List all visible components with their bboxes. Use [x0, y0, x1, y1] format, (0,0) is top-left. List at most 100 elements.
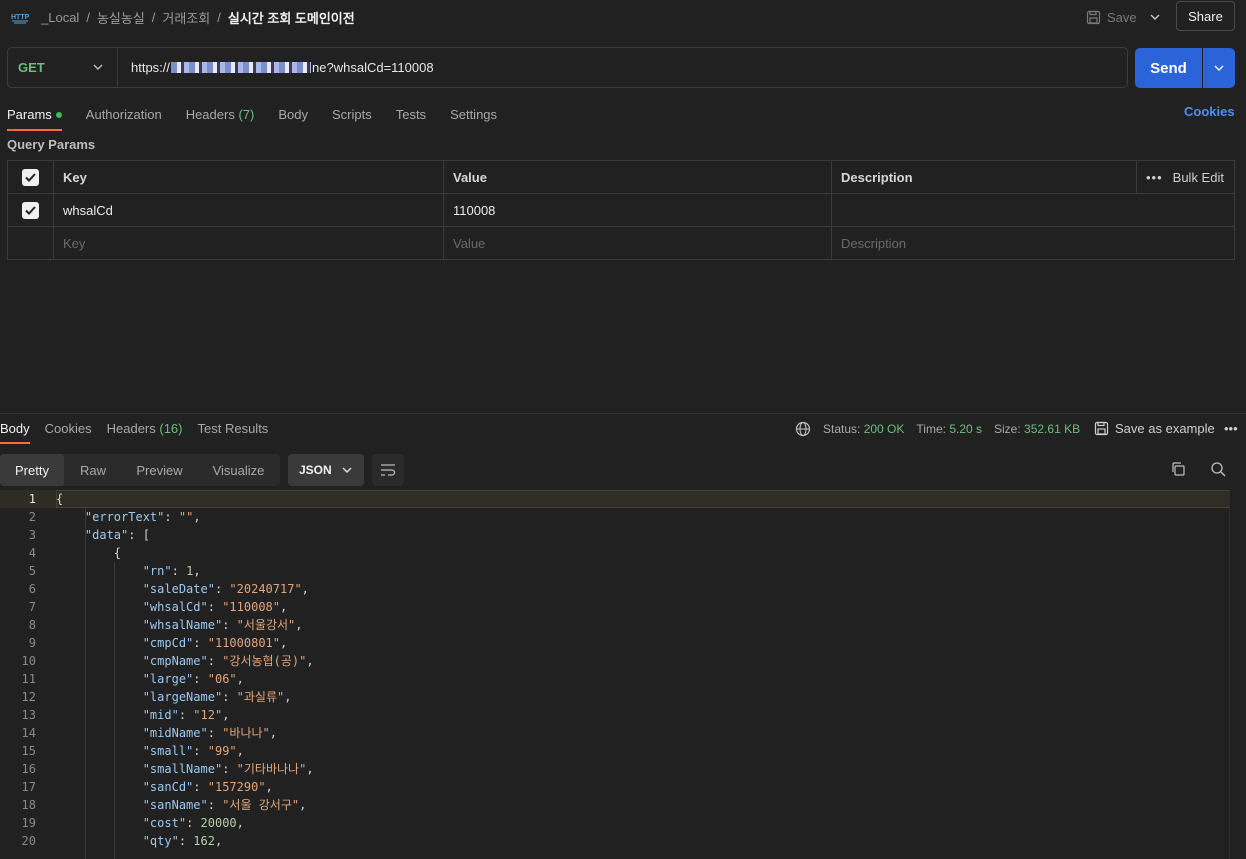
code-line: 12 "largeName": "과실류",	[0, 688, 1230, 706]
tab-authorization[interactable]: Authorization	[86, 107, 162, 122]
copy-icon[interactable]	[1170, 461, 1186, 477]
save-button[interactable]: Save	[1086, 6, 1137, 28]
line-number: 5	[28, 564, 36, 578]
code-line: 11 "large": "06",	[0, 670, 1230, 688]
param-description-input[interactable]	[831, 194, 1136, 227]
line-number: 7	[28, 600, 36, 614]
response-tab-test-results[interactable]: Test Results	[198, 421, 269, 436]
bulk-edit-button[interactable]: Bulk Edit	[1173, 170, 1224, 185]
save-icon	[1086, 10, 1101, 24]
response-tab-headers[interactable]: Headers (16)	[107, 421, 183, 436]
param-value-input[interactable]: 110008	[443, 194, 831, 227]
code-line: 20 "qty": 162,	[0, 832, 1230, 850]
share-button[interactable]: Share	[1176, 1, 1235, 31]
breadcrumb-separator: /	[151, 10, 156, 25]
code-text: "sanName": "서울 강서구",	[142, 798, 307, 812]
line-number: 19	[21, 816, 36, 830]
select-all-checkbox[interactable]	[22, 169, 39, 186]
response-body-editor[interactable]: 1{2 "errorText": "", 3 "data": [4 {5 "rn"…	[0, 490, 1230, 859]
code-text: "saleDate": "20240717",	[142, 582, 309, 596]
tab-scripts[interactable]: Scripts	[332, 107, 372, 122]
breadcrumb-item-folder[interactable]: 거래조회	[162, 8, 210, 27]
line-number: 1	[28, 492, 36, 506]
editor-scrollbar[interactable]	[1229, 490, 1230, 859]
response-tabs: Body Cookies Headers (16) Test Results	[0, 421, 283, 444]
size-info[interactable]: Size: 352.61 KB	[994, 422, 1080, 436]
view-pretty[interactable]: Pretty	[0, 454, 64, 486]
code-text: "midName": "바나나",	[142, 726, 278, 740]
new-param-value-input[interactable]: Value	[443, 227, 831, 260]
save-options-button[interactable]	[1142, 6, 1168, 28]
code-text: "whsalName": "서울강서",	[142, 618, 303, 632]
response-tab-body[interactable]: Body	[0, 421, 30, 444]
tab-headers[interactable]: Headers (7)	[186, 107, 255, 122]
code-text: "rn": 1,	[142, 564, 201, 578]
query-params-table: Key Value Description ••• Bulk Edit whsa…	[7, 160, 1235, 260]
param-enabled-checkbox[interactable]	[22, 202, 39, 219]
code-line: 15 "small": "99",	[0, 742, 1230, 760]
new-param-key-input[interactable]: Key	[53, 227, 443, 260]
more-options-icon[interactable]: •••	[1146, 170, 1163, 185]
time-info[interactable]: Time: 5.20 s	[916, 422, 982, 436]
breadcrumb: _Local / 농실농실 / 거래조회 / 실시간 조회 도메인이전	[41, 8, 355, 27]
wrap-lines-icon	[381, 464, 396, 476]
time-value: 5.20 s	[949, 422, 983, 436]
send-group: Send	[1135, 48, 1235, 88]
code-line: 16 "smallName": "기타바나나",	[0, 760, 1230, 778]
view-raw[interactable]: Raw	[64, 454, 122, 486]
status-info[interactable]: Status: 200 OK	[823, 422, 904, 436]
format-label: JSON	[299, 463, 332, 477]
code-line: 6 "saleDate": "20240717",	[0, 580, 1230, 598]
globe-icon[interactable]	[795, 421, 811, 437]
breadcrumb-separator: /	[86, 10, 90, 25]
view-preview[interactable]: Preview	[122, 454, 197, 486]
chevron-down-icon	[342, 467, 352, 473]
code-line: 19 "cost": 20000,	[0, 814, 1230, 832]
new-param-description-input[interactable]: Description	[831, 227, 1234, 260]
response-headers-count: (16)	[159, 421, 183, 436]
line-number: 20	[21, 834, 36, 848]
format-select[interactable]: JSON	[288, 454, 364, 486]
line-number: 9	[28, 636, 36, 650]
url-bar: GET https:// ne?whsalCd=110008	[7, 47, 1128, 88]
code-text: "whsalCd": "110008",	[142, 600, 288, 614]
params-active-dot	[55, 112, 62, 119]
more-options-icon[interactable]: •••	[1224, 421, 1238, 436]
params-header-row: Key Value Description ••• Bulk Edit	[8, 161, 1234, 194]
code-text: "cmpName": "강서농협(공)",	[142, 654, 314, 668]
top-bar: HTTP _Local / 농실농실 / 거래조회 / 실시간 조회 도메인이전…	[0, 0, 1246, 34]
save-label: Save	[1107, 9, 1137, 25]
response-divider[interactable]	[0, 413, 1246, 414]
tab-body[interactable]: Body	[278, 107, 308, 122]
cookies-link[interactable]: Cookies	[1184, 104, 1235, 119]
chevron-down-icon	[93, 64, 103, 70]
save-as-example-label: Save as example	[1115, 421, 1215, 436]
breadcrumb-item-local[interactable]: _Local	[41, 10, 79, 25]
method-select[interactable]: GET	[8, 48, 118, 87]
svg-text:HTTP: HTTP	[11, 14, 30, 21]
save-as-example-button[interactable]: Save as example	[1094, 421, 1215, 436]
breadcrumb-item-collection[interactable]: 농실농실	[97, 8, 145, 27]
line-number: 10	[21, 654, 36, 668]
tab-params[interactable]: Params	[7, 107, 62, 131]
tab-settings[interactable]: Settings	[450, 107, 497, 122]
code-text: "errorText": "",	[84, 510, 201, 524]
line-number: 6	[28, 582, 36, 596]
response-tab-cookies[interactable]: Cookies	[45, 421, 92, 436]
url-input[interactable]: https:// ne?whsalCd=110008	[118, 60, 434, 75]
code-text: "mid": "12",	[142, 708, 230, 722]
send-options-button[interactable]	[1203, 48, 1235, 88]
request-title[interactable]: 실시간 조회 도메인이전	[228, 8, 355, 27]
search-icon[interactable]	[1210, 461, 1226, 477]
column-header-description: Description	[831, 161, 1136, 194]
tab-headers-label: Headers	[185, 106, 235, 122]
view-visualize[interactable]: Visualize	[197, 454, 280, 486]
column-header-value: Value	[443, 161, 831, 194]
code-line: 10 "cmpName": "강서농협(공)",	[0, 652, 1230, 670]
line-number: 18	[21, 798, 36, 812]
param-key-input[interactable]: whsalCd	[53, 194, 443, 227]
tab-tests[interactable]: Tests	[396, 107, 426, 122]
request-tabs: Params Authorization Headers (7) Body Sc…	[7, 103, 521, 131]
send-button[interactable]: Send	[1135, 48, 1202, 88]
wrap-lines-button[interactable]	[372, 454, 404, 486]
